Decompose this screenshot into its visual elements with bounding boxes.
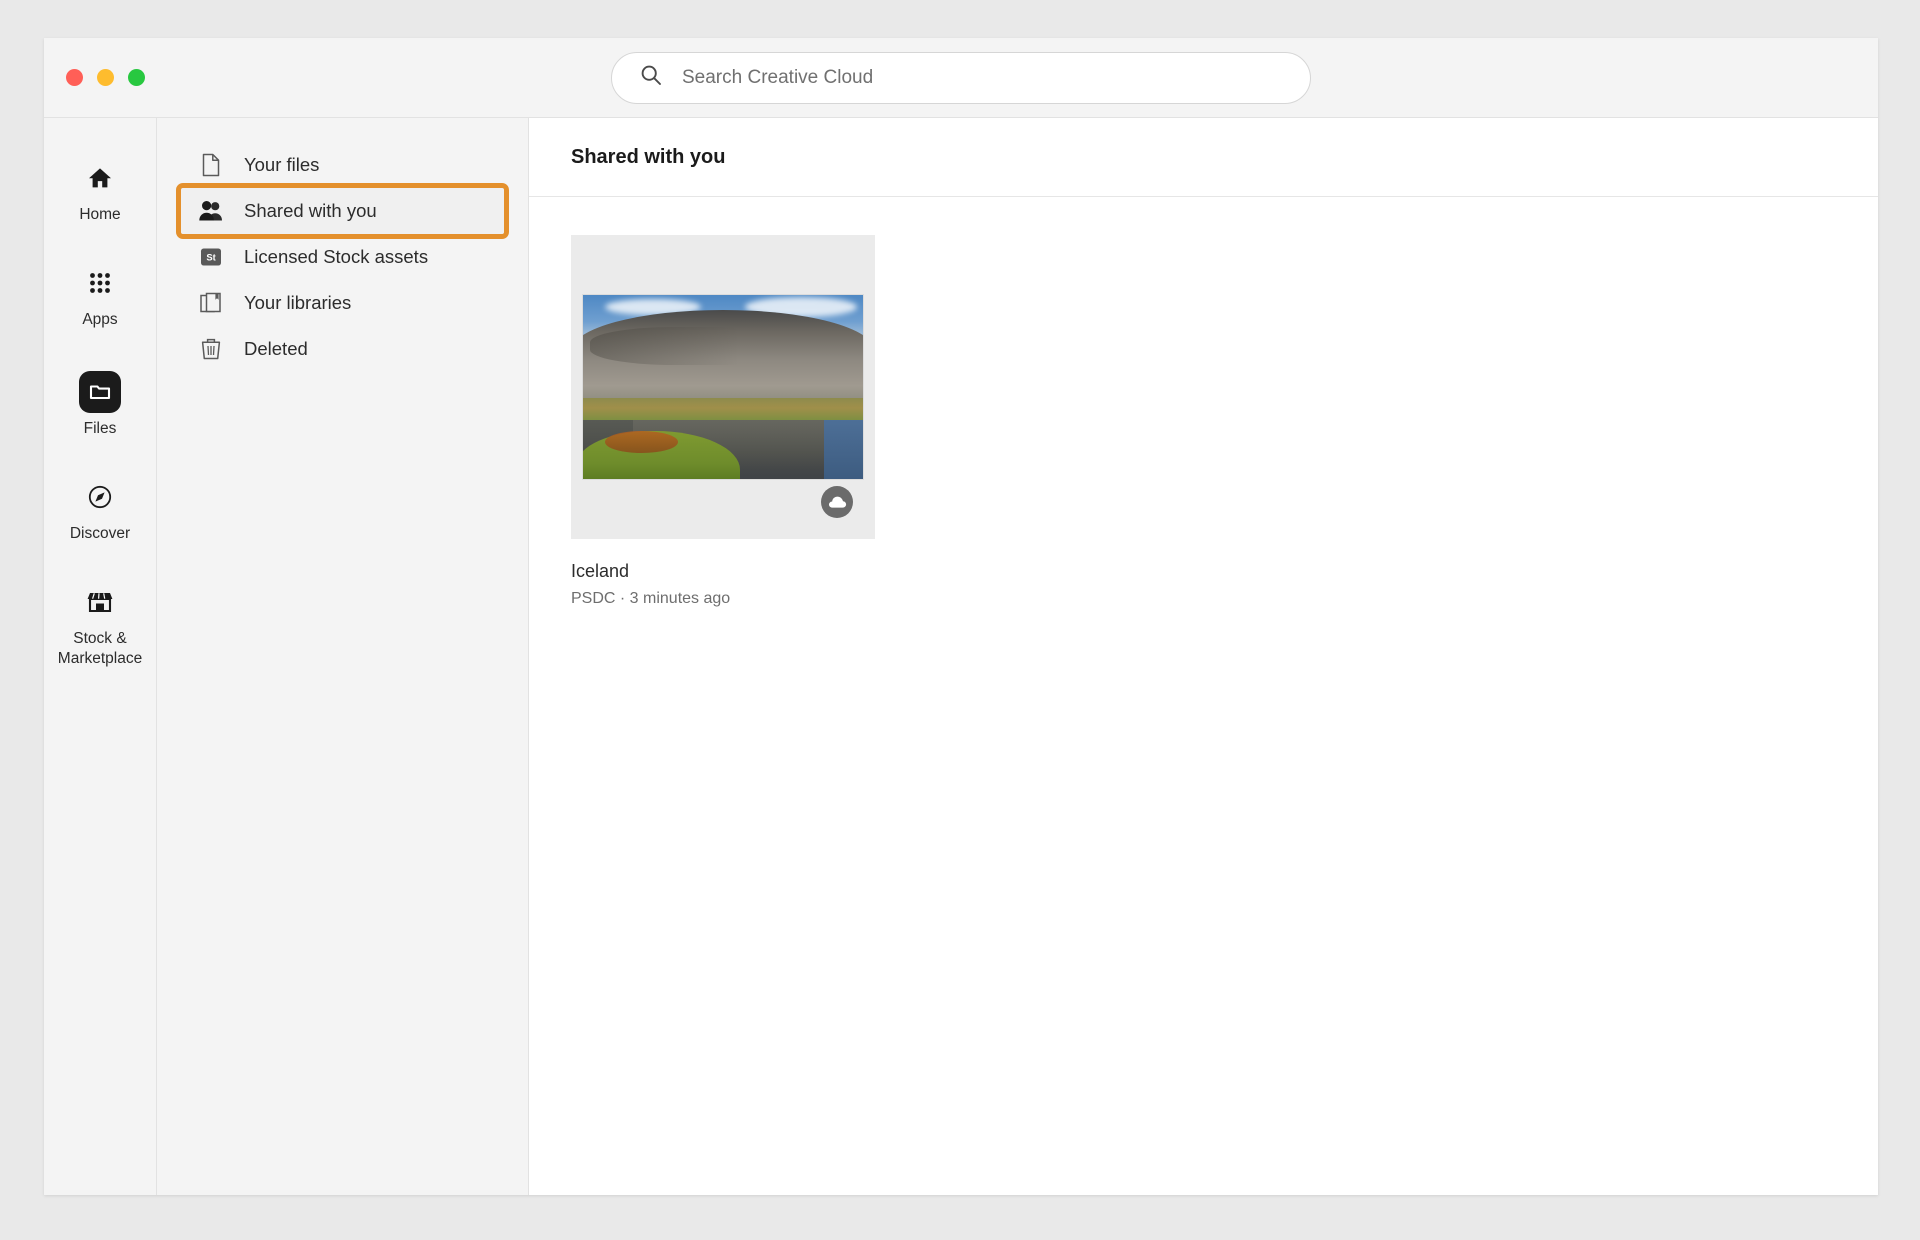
cloud-icon [821,486,853,518]
asset-meta: PSDC · 3 minutes ago [571,590,731,607]
trash-icon [194,337,228,361]
primary-nav-rail: Home Apps Files Discover Stock & Marketp… [44,118,157,1195]
nav-item-licensed-stock-assets[interactable]: St Licensed Stock assets [181,234,504,280]
search-container [611,51,1311,104]
rail-item-stock-marketplace[interactable]: Stock & Marketplace [50,572,150,681]
rail-label-discover: Discover [69,525,131,542]
svg-text:St: St [206,251,215,262]
main-content: Shared with you Iceland PSDC · 3 minutes… [529,118,1878,1195]
nav-label-shared-with-you: Shared with you [244,200,377,221]
creative-cloud-window: Home Apps [44,38,1878,1195]
rail-label-home: Home [79,206,121,223]
stock-st-icon: St [194,245,228,269]
asset-grid: Iceland PSDC · 3 minutes ago [529,197,1878,1195]
photo-lake-blue [823,420,863,479]
home-icon [87,161,113,195]
nav-label-your-files: Your files [244,154,320,175]
window-titlebar [44,38,1878,118]
library-books-icon [194,291,228,315]
nav-item-shared-with-you[interactable]: Shared with you [176,183,509,239]
content-header: Shared with you [529,118,1878,197]
document-icon [194,153,228,177]
grid-apps-icon [87,266,113,300]
search-icon [640,64,662,91]
photo-mountain [583,309,863,406]
rail-item-apps[interactable]: Apps [50,253,150,342]
photo-meadow [583,398,863,421]
files-nav-panel: Your files Shared with you St Licensed S… [157,118,529,1195]
search-box[interactable] [611,51,1311,104]
rail-label-files: Files [83,420,117,437]
asset-name: Iceland [571,561,630,581]
nav-item-deleted[interactable]: Deleted [181,326,504,372]
folder-icon [79,371,121,413]
asset-thumbnail[interactable] [571,235,875,539]
rail-item-discover[interactable]: Discover [50,467,150,556]
nav-label-deleted: Deleted [244,338,308,359]
window-body: Home Apps Files Discover Stock & Marketp… [44,118,1878,1195]
page-title: Shared with you [571,145,726,168]
nav-item-your-files[interactable]: Your files [181,142,504,188]
photo-mountain-shading [589,326,802,366]
storefront-icon [86,585,114,619]
compass-icon [87,480,113,514]
nav-item-your-libraries[interactable]: Your libraries [181,280,504,326]
minimize-window-button[interactable] [97,69,114,86]
thumbnail-photo [582,294,864,480]
close-window-button[interactable] [66,69,83,86]
traffic-lights [66,69,145,86]
rail-item-home[interactable]: Home [50,148,150,237]
nav-label-licensed-stock-assets: Licensed Stock assets [244,246,429,267]
search-input[interactable] [682,66,1290,89]
rail-label-stock-marketplace: Stock & Marketplace [57,630,143,667]
maximize-window-button[interactable] [128,69,145,86]
asset-card[interactable]: Iceland PSDC · 3 minutes ago [571,235,875,608]
nav-label-your-libraries: Your libraries [244,292,352,313]
people-icon [194,199,228,223]
rail-item-files[interactable]: Files [50,358,150,451]
rail-label-apps: Apps [82,311,118,328]
